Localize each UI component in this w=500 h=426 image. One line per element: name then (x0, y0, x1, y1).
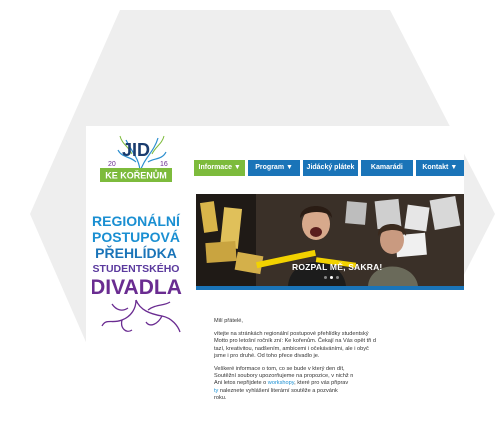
banner-bottom-band (196, 286, 464, 290)
logo-acronym: JID (122, 140, 150, 160)
paragraph-line: Ani letos nepřijdete o workshopy, které … (214, 380, 376, 387)
festival-logo: JID 20 16 KE KOŘENŮM REGIONÁLNÍ POSTUPOV… (92, 135, 182, 333)
banner-photo (196, 194, 464, 286)
logo-year-left: 20 (108, 161, 116, 168)
text-fragment: Ani letos nepřijdete o (214, 380, 268, 387)
nav-item-program[interactable]: Program ▼ (248, 160, 300, 176)
nav-item-informace[interactable]: Informace ▼ (194, 160, 246, 176)
text-fragment: , které pro vás připrav (294, 380, 349, 387)
slider-dots (324, 276, 339, 279)
banner-caption: ROZPAL MĚ, SAKRA! (292, 262, 383, 272)
nav-item-kamaradi[interactable]: Kamarádi (361, 160, 413, 176)
paragraph-line: tazí, kreativitou, nadšením, ambicemi i … (214, 345, 369, 352)
nav-item-jidacky-platek[interactable]: Jidácký plátek (302, 160, 359, 176)
logo-year-right: 16 (160, 161, 168, 168)
paragraph-line: Motto pro letošní ročník zní: Ke kořenům… (214, 338, 376, 345)
tagline-line-3: PŘEHLÍDKA (95, 244, 177, 261)
hero-banner[interactable]: ROZPAL MĚ, SAKRA! (196, 194, 464, 286)
nav-item-kontakt[interactable]: Kontakt ▼ (415, 160, 465, 176)
tagline-line-1: REGIONÁLNÍ (92, 213, 181, 229)
greeting: Milí přátelé, (214, 318, 243, 324)
text-fragment: naleznete vyhlášení literární soutěže a … (218, 387, 338, 394)
paragraph-line: jsme i pro druhé. Od toho přece divadlo … (214, 352, 320, 359)
workshops-link[interactable]: workshopy (268, 380, 294, 386)
slider-dot[interactable] (324, 276, 327, 279)
paragraph-line: roku. (214, 394, 227, 401)
logo-subtitle: KE KOŘENŮM (105, 170, 167, 181)
paragraph-line: Soutěžní soubory upozorňujeme na propozi… (214, 373, 354, 380)
intro-text: Milí přátelé, vítejte na stránkách regio… (196, 300, 376, 414)
tagline-line-2: POSTUPOVÁ (92, 229, 180, 245)
slider-dot[interactable] (336, 276, 339, 279)
tagline-line-5: DIVADLA (92, 276, 182, 299)
slider-dot-active[interactable] (330, 276, 333, 279)
paragraph-line: Veškeré informace o tom, co se bude v kt… (214, 366, 345, 373)
tagline-line-4: STUDENTSKÉHO (93, 262, 180, 275)
main-nav: Informace ▼ Program ▼ Jidácký plátek Kam… (194, 160, 465, 176)
paragraph-line: ty naleznete vyhlášení literární soutěže… (214, 388, 376, 395)
